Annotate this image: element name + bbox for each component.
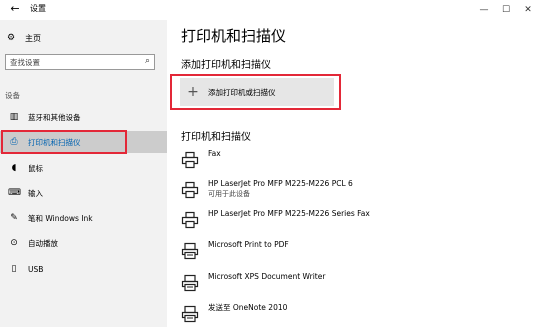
printers-list-heading: 打印机和扫描仪 xyxy=(181,132,251,143)
printer-icon xyxy=(181,274,199,292)
sidebar: ⚙ 主页 ⌕ 设备 ▥ 蓝牙和其他设备 ⎙ 打印机和扫描仪 ◖ 鼠标 ⌨ 输入 … xyxy=(0,20,167,327)
printer-item-print-to-pdf[interactable]: Microsoft Print to PDF xyxy=(181,239,481,260)
main-content: 打印机和扫描仪 添加打印机和扫描仪 + 添加打印机或扫描仪 打印机和扫描仪 Fa… xyxy=(167,20,539,327)
printer-name: Fax xyxy=(208,149,221,158)
page-title: 打印机和扫描仪 xyxy=(181,27,287,45)
sidebar-item-typing[interactable]: ⌨ 输入 xyxy=(0,182,167,204)
printer-item-onenote[interactable]: 发送至 OneNote 2010 xyxy=(181,302,481,323)
sidebar-item-autoplay[interactable]: ⊙ 自动播放 xyxy=(0,232,167,254)
printer-item-hp-pcl6[interactable]: HP LaserJet Pro MFP M225-M226 PCL 6 可用于此… xyxy=(181,178,481,199)
gear-icon: ⚙ xyxy=(6,33,16,43)
printer-name: HP LaserJet Pro MFP M225-M226 PCL 6 xyxy=(208,179,353,188)
add-section-heading: 添加打印机和扫描仪 xyxy=(181,60,271,71)
search-icon[interactable]: ⌕ xyxy=(145,56,150,66)
sidebar-item-label: 主页 xyxy=(25,33,41,43)
printer-icon xyxy=(181,151,199,169)
sidebar-item-printers[interactable]: ⎙ 打印机和扫描仪 xyxy=(0,131,167,153)
printer-status: 可用于此设备 xyxy=(208,190,250,198)
sidebar-item-pen[interactable]: ✎ 笔和 Windows Ink xyxy=(0,207,167,229)
mouse-icon: ◖ xyxy=(11,163,17,173)
printer-name: Microsoft XPS Document Writer xyxy=(208,272,326,281)
sidebar-item-label: 打印机和扫描仪 xyxy=(28,137,81,147)
pen-icon: ✎ xyxy=(10,213,18,223)
sidebar-item-label: 输入 xyxy=(28,188,43,198)
sidebar-item-label: 鼠标 xyxy=(28,163,43,173)
search-input[interactable] xyxy=(10,56,130,68)
bluetooth-icon: ▥ xyxy=(9,112,19,122)
sidebar-item-label: 蓝牙和其他设备 xyxy=(28,112,81,122)
printer-item-fax[interactable]: Fax xyxy=(181,148,481,169)
back-arrow-icon[interactable]: ← xyxy=(8,2,22,16)
printer-icon xyxy=(181,181,199,199)
sidebar-item-mouse[interactable]: ◖ 鼠标 xyxy=(0,157,167,179)
printer-icon xyxy=(181,242,199,260)
maximize-button[interactable]: ☐ xyxy=(495,0,517,20)
printer-icon xyxy=(181,305,199,323)
keyboard-icon: ⌨ xyxy=(8,188,21,198)
add-printer-button[interactable]: + 添加打印机或扫描仪 xyxy=(180,78,334,106)
printer-item-xps-writer[interactable]: Microsoft XPS Document Writer xyxy=(181,271,481,292)
sidebar-item-label: 笔和 Windows Ink xyxy=(28,213,93,223)
close-button[interactable]: ✕ xyxy=(517,0,539,20)
printer-name: 发送至 OneNote 2010 xyxy=(208,303,288,312)
printer-name: HP LaserJet Pro MFP M225-M226 Series Fax xyxy=(208,209,370,218)
printer-icon xyxy=(181,211,199,229)
autoplay-icon: ⊙ xyxy=(10,238,18,248)
printer-name: Microsoft Print to PDF xyxy=(208,240,289,249)
section-label-devices: 设备 xyxy=(5,91,20,100)
search-box[interactable]: ⌕ xyxy=(5,54,155,70)
title-bar: ← 设置 — ☐ ✕ xyxy=(0,0,539,20)
usb-icon: ▯ xyxy=(11,264,17,274)
add-printer-button-label: 添加打印机或扫描仪 xyxy=(208,87,276,97)
sidebar-item-label: USB xyxy=(28,264,44,274)
sidebar-item-label: 自动播放 xyxy=(28,238,58,248)
sidebar-item-home[interactable]: ⚙ 主页 xyxy=(5,30,41,46)
window-controls: — ☐ ✕ xyxy=(473,0,539,20)
printer-icon: ⎙ xyxy=(10,137,18,147)
printer-item-hp-fax[interactable]: HP LaserJet Pro MFP M225-M226 Series Fax xyxy=(181,208,481,229)
plus-icon: + xyxy=(187,84,199,100)
minimize-button[interactable]: — xyxy=(473,0,495,20)
sidebar-item-usb[interactable]: ▯ USB xyxy=(0,258,167,280)
sidebar-item-bluetooth[interactable]: ▥ 蓝牙和其他设备 xyxy=(0,106,167,128)
window-title: 设置 xyxy=(30,4,46,13)
